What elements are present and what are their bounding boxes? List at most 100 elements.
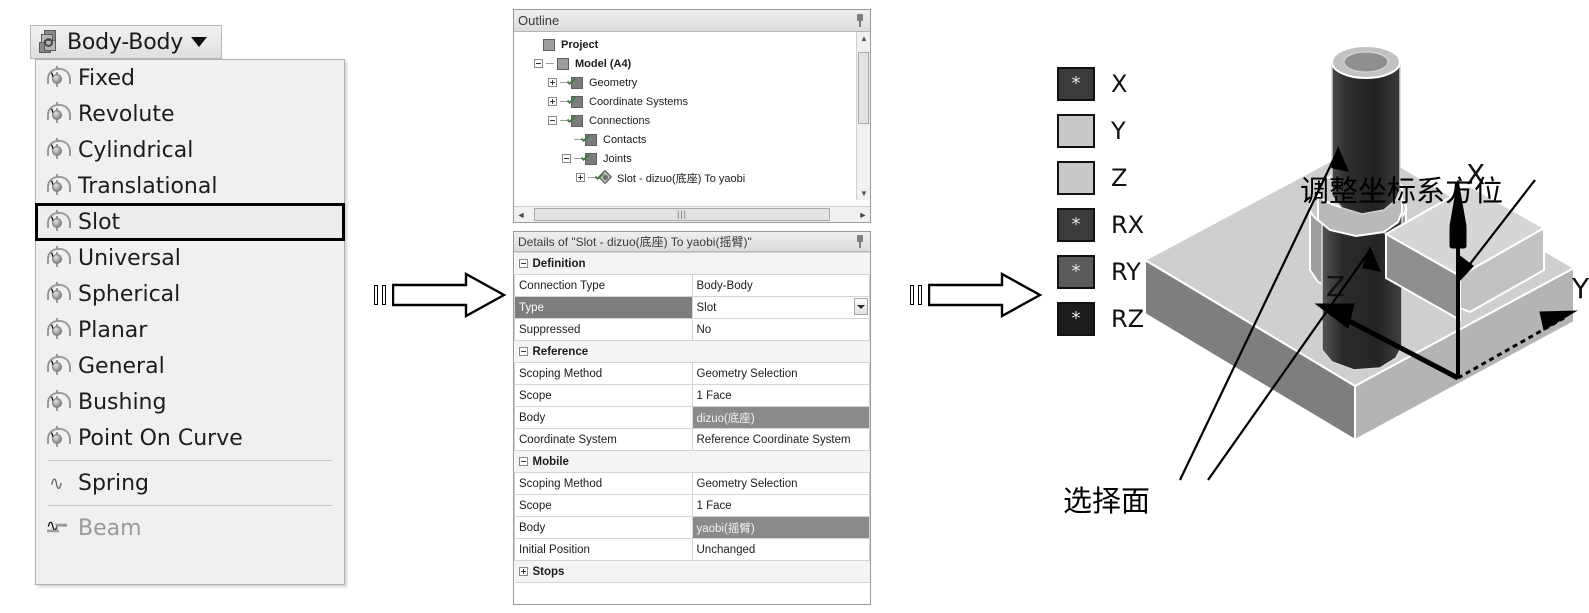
triangle-left-icon[interactable]: ◄ xyxy=(514,210,528,220)
collapse-icon[interactable] xyxy=(518,457,528,466)
pin-icon[interactable] xyxy=(854,235,866,248)
expand-icon[interactable] xyxy=(576,173,585,182)
triangle-down-icon[interactable]: ▼ xyxy=(860,189,868,198)
expand-icon[interactable] xyxy=(518,567,528,576)
joint-menu-item-general[interactable]: ∿ General xyxy=(36,348,344,384)
beam-icon: ∿ xyxy=(46,516,68,540)
hscroll-thumb[interactable]: ||| xyxy=(534,208,830,221)
contacts-icon xyxy=(584,133,599,147)
joint-icon: ∿ xyxy=(46,138,71,162)
details-group-row[interactable]: Mobile xyxy=(514,450,870,473)
outline-tree-item[interactable]: Coordinate Systems xyxy=(520,92,870,111)
joint-menu-item-translational[interactable]: ∿ Translational xyxy=(36,168,344,204)
details-property-row: Coordinate System Reference Coordinate Sy… xyxy=(514,428,870,451)
details-property-key: Coordinate System xyxy=(514,428,693,451)
details-group-cell: Mobile xyxy=(514,450,870,473)
details-property-value[interactable]: Body-Body xyxy=(691,274,870,297)
details-property-value[interactable]: No xyxy=(691,318,870,341)
expand-icon[interactable] xyxy=(548,97,557,106)
details-property-value[interactable]: 1 Face xyxy=(691,384,870,407)
flow-arrow-1 xyxy=(374,272,506,318)
collapse-icon[interactable] xyxy=(518,259,528,268)
connections-icon xyxy=(570,114,585,128)
details-group-label: Stops xyxy=(532,565,565,578)
outline-tree-item-label: Contacts xyxy=(603,133,647,146)
joint-menu-item-label: General xyxy=(78,353,165,379)
collapse-icon[interactable] xyxy=(518,347,528,356)
details-property-value[interactable]: Unchanged xyxy=(691,538,870,561)
dof-color-swatch xyxy=(1057,113,1095,148)
arrow-tail-tick-2 xyxy=(382,285,386,305)
joint-menu-item-fixed[interactable]: ∿ Fixed xyxy=(36,60,344,96)
joint-menu-item-universal[interactable]: ∿ Universal xyxy=(36,240,344,276)
arrow-tail-tick-2 xyxy=(918,285,922,305)
outline-titlebar: Outline xyxy=(514,10,870,32)
joint-menu-item-bushing[interactable]: ∿ Bushing xyxy=(36,384,344,420)
details-property-value-text: Reference Coordinate System xyxy=(696,433,851,446)
details-property-key: Initial Position xyxy=(514,538,693,561)
details-property-value-text: 1 Face xyxy=(696,389,732,402)
joint-menu-item-label: Planar xyxy=(78,317,148,343)
outline-tree-item[interactable]: Joints xyxy=(520,149,870,168)
details-group-row[interactable]: Definition xyxy=(514,252,870,275)
outline-tree-item-label: Geometry xyxy=(589,76,638,89)
joint-menu-item-cylindrical[interactable]: ∿ Cylindrical xyxy=(36,132,344,168)
details-property-value[interactable]: Reference Coordinate System xyxy=(691,428,870,451)
outline-tree-item[interactable]: Connections xyxy=(520,111,870,130)
details-property-value[interactable]: Geometry Selection xyxy=(691,472,870,495)
dof-axis-label: RY xyxy=(1111,257,1141,286)
annotation-adjust-coordinate-system: 调整坐标系方位 xyxy=(1300,174,1504,208)
triangle-up-icon[interactable]: ▲ xyxy=(860,34,868,43)
model-3d-viewport[interactable]: X Y Z xyxy=(1140,20,1589,605)
joint-menu-item-slot[interactable]: ∿ Slot xyxy=(35,203,345,241)
details-group-row[interactable]: Reference xyxy=(514,340,870,363)
chevron-down-icon[interactable] xyxy=(191,37,208,47)
outline-tree-item[interactable]: Contacts xyxy=(520,130,870,149)
hscroll-track[interactable]: ||| xyxy=(528,208,856,221)
collapse-icon[interactable] xyxy=(548,116,557,125)
details-group-cell: Stops xyxy=(514,560,870,583)
expand-icon[interactable] xyxy=(548,78,557,87)
joint-menu-item-label: Spring xyxy=(78,470,149,496)
outline-tree-item[interactable]: Project xyxy=(520,35,870,54)
details-group-row[interactable]: Stops xyxy=(514,560,870,583)
details-property-value[interactable]: yaobi(摇臂) xyxy=(691,516,870,539)
details-property-value-text: Unchanged xyxy=(696,543,756,556)
outline-tree-item[interactable]: Slot - dizuo(底座) To yaobi xyxy=(520,168,870,187)
flow-arrow-2 xyxy=(910,272,1042,318)
collapse-icon[interactable] xyxy=(534,59,543,68)
dof-axis-label: Z xyxy=(1111,163,1128,192)
joint-menu-item-planar[interactable]: ∿ Planar xyxy=(36,312,344,348)
arrow-tail-tick-1 xyxy=(374,285,378,305)
details-property-value[interactable]: dizuo(底座) xyxy=(691,406,870,429)
body-body-dropdown-button[interactable]: Body-Body xyxy=(30,25,222,59)
joint-menu-item-label: Slot xyxy=(78,209,121,235)
dof-color-swatch: * xyxy=(1057,254,1095,289)
chevron-down-icon[interactable] xyxy=(854,298,868,315)
joint-menu-item-spring[interactable]: ∿ Spring xyxy=(36,465,344,501)
scroll-thumb[interactable] xyxy=(858,52,869,124)
model-icon xyxy=(556,57,571,71)
details-property-value[interactable]: Geometry Selection xyxy=(691,362,870,385)
details-property-row: Scope 1 Face xyxy=(514,494,870,517)
details-property-value[interactable]: Slot xyxy=(691,296,870,319)
joint-menu-item-point-on-curve[interactable]: ∿ Point On Curve xyxy=(36,420,344,456)
outline-tree-item[interactable]: Geometry xyxy=(520,73,870,92)
outline-horizontal-scrollbar[interactable]: ◄ ||| ► xyxy=(514,206,870,222)
joint-menu-item-revolute[interactable]: ∿ Revolute xyxy=(36,96,344,132)
details-property-value[interactable]: 1 Face xyxy=(691,494,870,517)
details-property-value-text: dizuo(底座) xyxy=(696,412,755,425)
block-arrow-right-icon xyxy=(928,272,1042,318)
pin-icon[interactable] xyxy=(854,14,866,27)
triangle-right-icon[interactable]: ► xyxy=(856,210,870,220)
joint-menu-item-spherical[interactable]: ∿ Spherical xyxy=(36,276,344,312)
dof-color-swatch xyxy=(1057,160,1095,195)
joint-menu-item-label: Fixed xyxy=(78,65,136,91)
details-property-value-text: No xyxy=(696,323,712,336)
tree-connector xyxy=(546,63,554,64)
dof-locked-marker: * xyxy=(1071,307,1081,329)
annotation-select-face: 选择面 xyxy=(1063,484,1151,518)
outline-tree-item[interactable]: Model (A4) xyxy=(520,54,870,73)
collapse-icon[interactable] xyxy=(562,154,571,163)
outline-vertical-scrollbar[interactable]: ▲ ▼ xyxy=(856,32,870,200)
